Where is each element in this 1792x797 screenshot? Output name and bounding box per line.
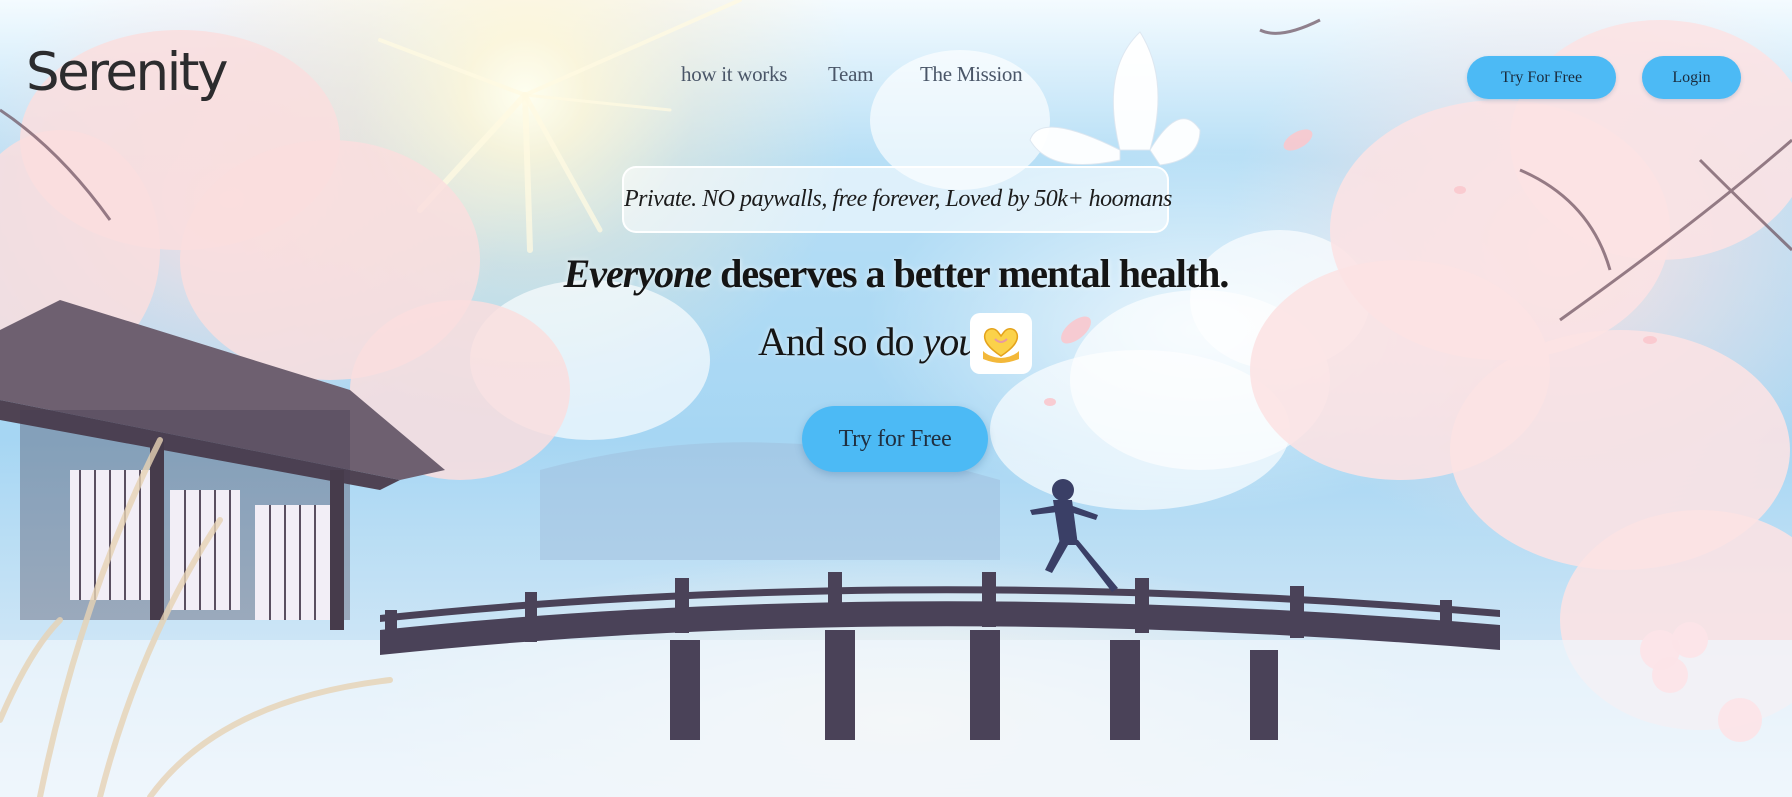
nav-the-mission[interactable]: The Mission xyxy=(920,62,1023,87)
heart-hands-icon xyxy=(970,313,1032,374)
login-button[interactable]: Login xyxy=(1642,56,1741,99)
nav-team[interactable]: Team xyxy=(828,62,873,87)
try-for-free-cta-button[interactable]: Try for Free xyxy=(802,406,988,472)
nav-how-it-works[interactable]: how it works xyxy=(681,62,787,87)
hero-headline: Everyone deserves a better mental health… xyxy=(0,250,1792,297)
tagline-badge: Private. NO paywalls, free forever, Love… xyxy=(622,166,1172,233)
hero-subline: And so do you! xyxy=(758,318,991,378)
hero-background xyxy=(0,0,1792,797)
try-for-free-header-button[interactable]: Try For Free xyxy=(1467,56,1616,99)
headline-text: deserves a better mental health. xyxy=(711,251,1229,296)
headline-emphasis: Everyone xyxy=(563,251,713,296)
subline-text: And so do xyxy=(758,319,923,364)
